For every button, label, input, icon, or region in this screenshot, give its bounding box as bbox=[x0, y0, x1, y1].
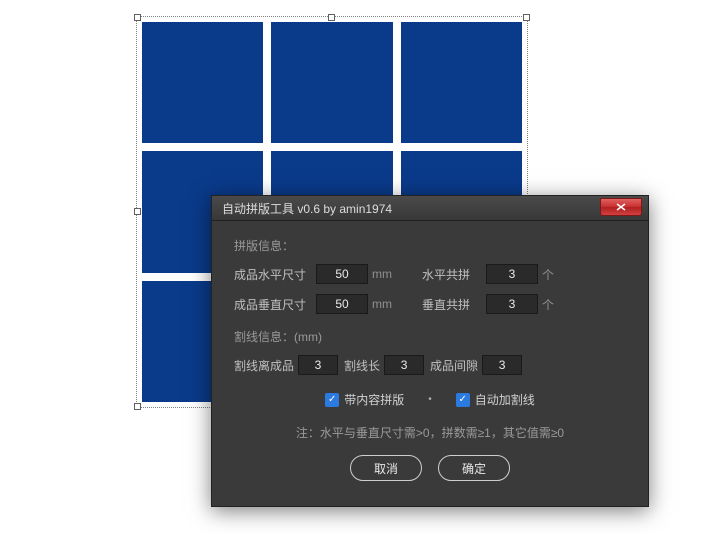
input-product-gap[interactable] bbox=[482, 355, 522, 375]
label-cut-offset: 割线离成品 bbox=[234, 357, 294, 374]
tile-cell bbox=[271, 22, 392, 143]
resize-handle-bottom-left[interactable] bbox=[134, 403, 141, 410]
input-cut-length[interactable] bbox=[384, 355, 424, 375]
dialog-title: 自动拼版工具 v0.6 by amin1974 bbox=[222, 200, 392, 217]
checkbox-auto-cutline[interactable]: ✓ 自动加割线 bbox=[456, 391, 535, 408]
resize-handle-top-right[interactable] bbox=[523, 14, 530, 21]
separator-dot: • bbox=[428, 394, 432, 405]
input-v-size[interactable] bbox=[316, 294, 368, 314]
unit-h-count: 个 bbox=[542, 266, 560, 283]
input-h-count[interactable] bbox=[486, 264, 538, 284]
input-cut-offset[interactable] bbox=[298, 355, 338, 375]
titlebar[interactable]: 自动拼版工具 v0.6 by amin1974 bbox=[212, 196, 648, 221]
label-h-size: 成品水平尺寸 bbox=[234, 266, 312, 283]
imposition-dialog: 自动拼版工具 v0.6 by amin1974 拼版信息： 成品水平尺寸 mm … bbox=[211, 195, 649, 507]
row-cut-values: 割线离成品 割线长 成品间隙 bbox=[234, 355, 626, 375]
section-imposition-title: 拼版信息： bbox=[234, 237, 626, 254]
row-horizontal-size: 成品水平尺寸 mm 水平共拼 个 bbox=[234, 264, 626, 284]
resize-handle-top-mid[interactable] bbox=[328, 14, 335, 21]
label-v-size: 成品垂直尺寸 bbox=[234, 296, 312, 313]
unit-v-size: mm bbox=[372, 297, 398, 311]
row-vertical-size: 成品垂直尺寸 mm 垂直共拼 个 bbox=[234, 294, 626, 314]
input-h-size[interactable] bbox=[316, 264, 368, 284]
ok-button[interactable]: 确定 bbox=[438, 455, 510, 481]
tile-cell bbox=[401, 22, 522, 143]
checkbox-with-content[interactable]: ✓ 带内容拼版 bbox=[325, 391, 404, 408]
tile-cell bbox=[142, 22, 263, 143]
label-product-gap: 成品间隙 bbox=[430, 357, 478, 374]
check-icon: ✓ bbox=[456, 393, 470, 407]
dialog-body: 拼版信息： 成品水平尺寸 mm 水平共拼 个 成品垂直尺寸 mm 垂直共拼 个 … bbox=[212, 221, 648, 491]
label-v-count: 垂直共拼 bbox=[422, 296, 482, 313]
check-icon: ✓ bbox=[325, 393, 339, 407]
close-button[interactable] bbox=[600, 198, 642, 216]
resize-handle-top-left[interactable] bbox=[134, 14, 141, 21]
unit-v-count: 个 bbox=[542, 296, 560, 313]
unit-h-size: mm bbox=[372, 267, 398, 281]
label-h-count: 水平共拼 bbox=[422, 266, 482, 283]
section-cut-title: 割线信息：(mm) bbox=[234, 328, 626, 345]
resize-handle-mid-left[interactable] bbox=[134, 208, 141, 215]
label-cut-length: 割线长 bbox=[344, 357, 380, 374]
cancel-button[interactable]: 取消 bbox=[350, 455, 422, 481]
checkbox-row: ✓ 带内容拼版 • ✓ 自动加割线 bbox=[234, 391, 626, 408]
checkbox-auto-cutline-label: 自动加割线 bbox=[475, 391, 535, 408]
input-v-count[interactable] bbox=[486, 294, 538, 314]
checkbox-with-content-label: 带内容拼版 bbox=[344, 391, 404, 408]
close-icon bbox=[616, 203, 626, 211]
dialog-buttons: 取消 确定 bbox=[234, 455, 626, 481]
hint-text: 注：水平与垂直尺寸需>0，拼数需≥1，其它值需≥0 bbox=[234, 424, 626, 441]
